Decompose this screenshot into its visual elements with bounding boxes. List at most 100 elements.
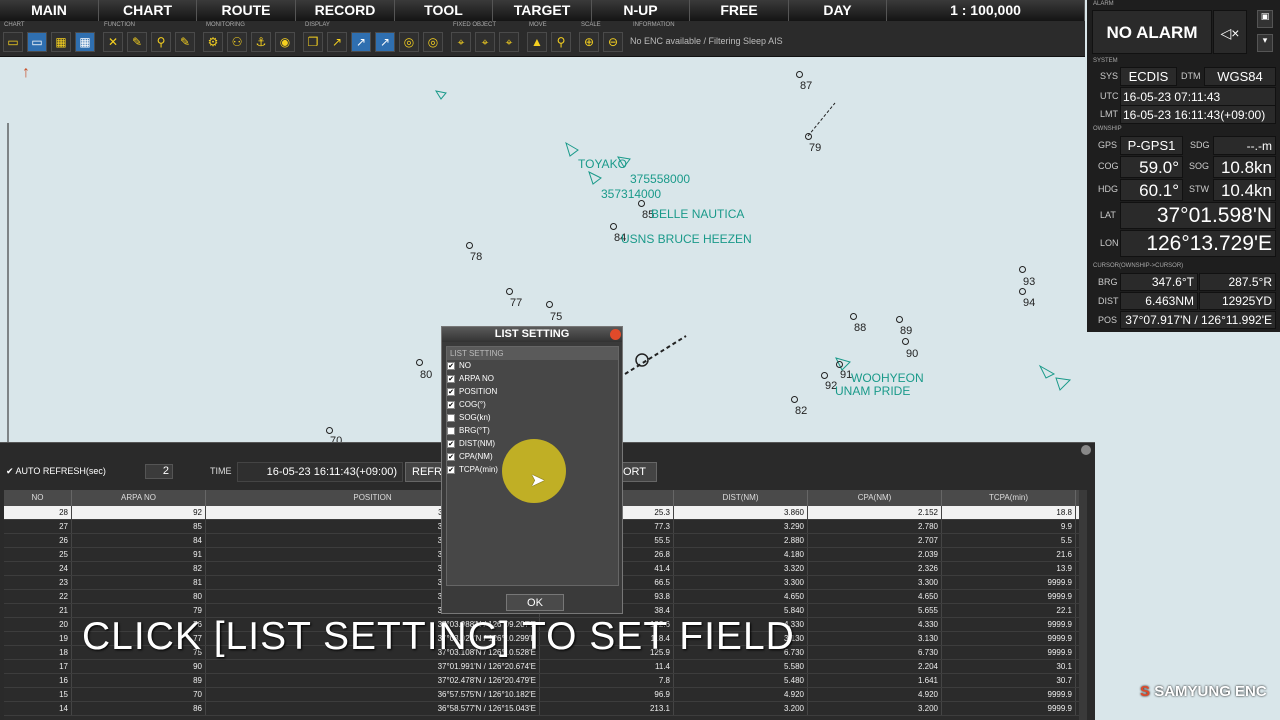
fixed-object-2-icon[interactable]: ⌖ [475,32,495,52]
scrollbar[interactable] [1079,490,1087,720]
table-cell: 5.480 [674,674,808,687]
menu-target[interactable]: TARGET [493,0,592,21]
table-cell: 22.1 [942,604,1076,617]
settings-icon[interactable]: ⚙ [203,32,223,52]
target-symbol[interactable] [1019,266,1026,273]
export-button[interactable]: ORT [619,462,657,482]
close-icon[interactable] [1081,445,1091,455]
panel-button-1[interactable]: ▣ [1257,10,1273,28]
fixed-object-3-icon[interactable]: ⌖ [499,32,519,52]
col-dist[interactable]: DIST(NM) [674,490,808,506]
target-symbol[interactable] [896,316,903,323]
field-checkbox[interactable]: BRG(°T) [447,426,490,435]
table-row[interactable]: 14 86 36°58.577'N / 126°15.043'E 213.1 3.200… [4,702,1087,716]
menu-route[interactable]: ROUTE [197,0,296,21]
table-cell: 5.655 [808,604,942,617]
table-cell: 9999.9 [942,632,1076,645]
target-number: 75 [550,311,563,323]
col-tcpa[interactable]: TCPA(min) [942,490,1076,506]
field-checkbox[interactable]: SOG(kn) [447,413,491,422]
target-symbol[interactable] [610,223,617,230]
refresh-button[interactable]: REFR [405,462,445,482]
menu-tool[interactable]: TOOL [395,0,493,21]
col-cpa[interactable]: CPA(NM) [808,490,942,506]
table-cell: 3.200 [808,702,942,715]
chart-tool-icon[interactable]: ▭ [3,32,23,52]
table-cell: 4.180 [674,548,808,561]
ok-button[interactable]: OK [506,594,564,611]
zoom-in-icon[interactable]: ⊕ [579,32,599,52]
ownship-center-icon[interactable]: ▲ [527,32,547,52]
table-cell: 80 [72,590,206,603]
col-arpa-no[interactable]: ARPA NO [72,490,206,506]
checkbox-icon: ✔ [447,439,455,448]
checkbox-icon [447,426,455,435]
target-symbol[interactable] [506,288,513,295]
dialog-close-icon[interactable] [610,329,621,340]
target-symbol[interactable] [466,242,473,249]
auto-refresh-checkbox[interactable]: ✔ AUTO REFRESH(sec) [6,466,106,477]
target-symbol[interactable] [902,338,909,345]
panel-button-2[interactable]: ▾ [1257,34,1273,52]
field-checkbox[interactable]: ✔ CPA(NM) [447,452,493,461]
target-symbol[interactable] [821,372,828,379]
field-checkbox[interactable]: ✔ COG(°) [447,400,486,409]
table-row[interactable]: 15 70 36°57.575'N / 126°10.182'E 96.9 4.920 4… [4,688,1087,702]
chart-edit-icon[interactable]: ▭ [27,32,47,52]
menu-north-up[interactable]: N-UP [592,0,690,21]
table-cell: 70 [72,688,206,701]
table-cell: 28 [4,506,72,519]
wrench-icon[interactable]: ✕ [103,32,123,52]
col-no[interactable]: NO [4,490,72,506]
marker-icon[interactable]: ⚲ [151,32,171,52]
menu-free[interactable]: FREE [690,0,789,21]
logo-mark-icon: S [1140,683,1151,700]
target-symbol[interactable] [796,71,803,78]
target-symbol[interactable] [805,133,812,140]
table-cell: 4.650 [674,590,808,603]
route-icon[interactable]: ↗ [327,32,347,52]
target-symbol[interactable] [1019,288,1026,295]
vector-icon[interactable]: ↗ [351,32,371,52]
field-checkbox[interactable]: ✔ POSITION [447,387,497,396]
range-ring-icon[interactable]: ◎ [423,32,443,52]
menu-record[interactable]: RECORD [296,0,395,21]
alarm-mute-button[interactable]: ◁× [1213,10,1247,54]
target-symbol[interactable] [836,361,843,368]
target-symbol[interactable] [416,359,423,366]
chart-layer-icon[interactable]: ▦ [51,32,71,52]
fixed-object-1-icon[interactable]: ⌖ [451,32,471,52]
gps-key: GPS [1098,140,1118,150]
chart-grid-icon[interactable]: ▦ [75,32,95,52]
layers-icon[interactable]: ❐ [303,32,323,52]
zoom-out-icon[interactable]: ⊖ [603,32,623,52]
table-row[interactable]: 16 89 37°02.478'N / 126°20.479'E 7.8 5.480 1.… [4,674,1087,688]
menu-chart[interactable]: CHART [99,0,197,21]
target-symbol[interactable] [850,313,857,320]
table-row[interactable]: 17 90 37°01.991'N / 126°20.674'E 11.4 5.580 2… [4,660,1087,674]
menu-day[interactable]: DAY [789,0,887,21]
table-cell: 14 [4,702,72,715]
binoculars-icon[interactable]: ⚇ [227,32,247,52]
target-symbol[interactable] [638,200,645,207]
target-symbol[interactable] [546,301,553,308]
field-checkbox[interactable]: ✔ TCPA(min) [447,465,498,474]
heading-line-icon[interactable]: ↗ [375,32,395,52]
radar-icon[interactable]: ◎ [399,32,419,52]
pencil-icon[interactable]: ✎ [127,32,147,52]
field-checkbox[interactable]: ✔ NO [447,361,471,370]
target-symbol[interactable] [791,396,798,403]
anchor-icon[interactable]: ⚓ [251,32,271,52]
alarm-status[interactable]: NO ALARM [1092,10,1212,54]
menu-main[interactable]: MAIN [0,0,99,21]
location-pin-icon[interactable]: ⚲ [551,32,571,52]
scale-display[interactable]: 1 : 100,000 [887,0,1085,21]
refresh-interval-input[interactable]: 2 [145,464,173,479]
note-edit-icon[interactable]: ✎ [175,32,195,52]
target-symbol[interactable] [326,427,333,434]
lifebuoy-icon[interactable]: ◉ [275,32,295,52]
field-checkbox[interactable]: ✔ ARPA NO [447,374,494,383]
field-label: ARPA NO [459,374,494,383]
field-checkbox[interactable]: ✔ DIST(NM) [447,439,495,448]
pos-key: POS [1098,315,1118,325]
